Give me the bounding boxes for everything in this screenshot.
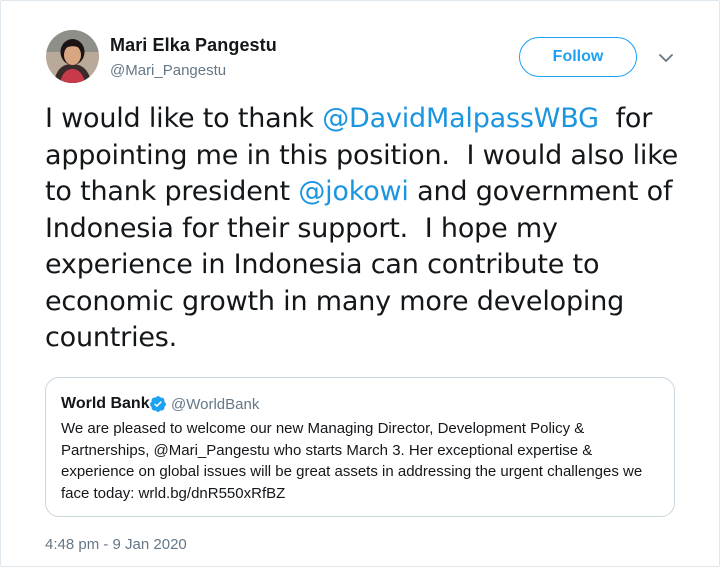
follow-button[interactable]: Follow bbox=[519, 37, 637, 77]
tweet-text-part: I would like to thank bbox=[45, 103, 323, 134]
author-handle[interactable]: @Mari_Pangestu bbox=[110, 62, 226, 79]
chevron-down-icon[interactable] bbox=[656, 50, 676, 66]
tweet-text: I would like to thank @DavidMalpassWBG f… bbox=[45, 101, 705, 357]
author-avatar[interactable] bbox=[46, 30, 99, 83]
author-name[interactable]: Mari Elka Pangestu bbox=[110, 35, 277, 56]
quoted-tweet[interactable]: World Bank @WorldBank We are pleased to … bbox=[45, 377, 675, 517]
quoted-author-handle: @WorldBank bbox=[171, 396, 260, 413]
quoted-tweet-text: We are pleased to welcome our new Managi… bbox=[61, 420, 643, 502]
tweet-timestamp[interactable]: 4:48 pm - 9 Jan 2020 bbox=[45, 536, 187, 553]
tweet-card: Mari Elka Pangestu @Mari_Pangestu Follow… bbox=[0, 0, 720, 567]
verified-badge-icon bbox=[149, 395, 167, 413]
quoted-author-name: World Bank bbox=[61, 395, 150, 412]
avatar-photo bbox=[46, 30, 99, 83]
mention-link-davidmalpasswbg[interactable]: @DavidMalpassWBG bbox=[322, 103, 599, 134]
mention-link-jokowi[interactable]: @jokowi bbox=[298, 176, 409, 207]
